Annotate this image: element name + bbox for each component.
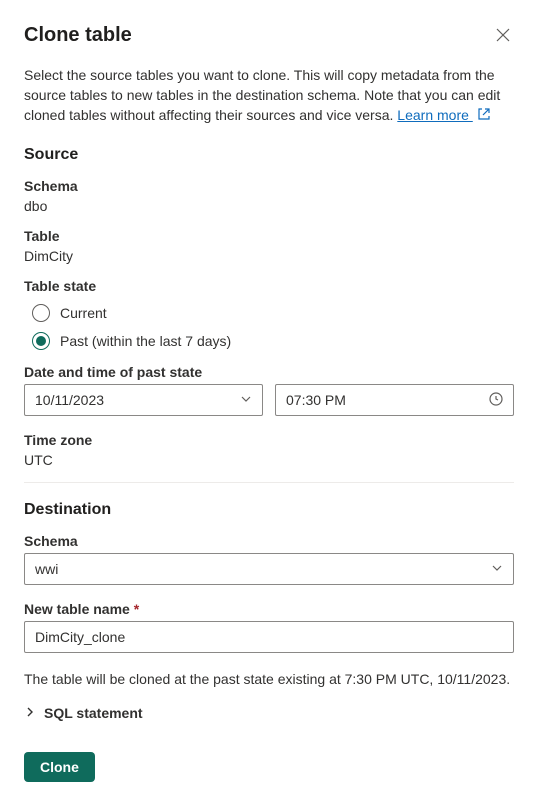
source-table-label: Table: [24, 228, 514, 244]
date-input[interactable]: 10/11/2023: [24, 384, 263, 416]
timezone-value: UTC: [24, 452, 514, 468]
close-icon: [496, 30, 510, 45]
clone-hint-text: The table will be cloned at the past sta…: [24, 669, 514, 689]
clone-button[interactable]: Clone: [24, 752, 95, 782]
new-table-name-input[interactable]: [24, 621, 514, 653]
external-link-icon: [477, 106, 491, 126]
dialog-title: Clone table: [24, 24, 132, 47]
clock-icon: [489, 392, 503, 409]
source-schema-value: dbo: [24, 198, 514, 214]
chevron-down-icon: [491, 561, 503, 577]
required-indicator: *: [134, 601, 139, 617]
source-table-value: DimCity: [24, 248, 514, 264]
sql-statement-expander[interactable]: SQL statement: [24, 705, 514, 721]
new-table-name-label: New table name *: [24, 601, 514, 617]
section-divider: [24, 482, 514, 483]
table-state-label: Table state: [24, 278, 514, 294]
destination-schema-label: Schema: [24, 533, 514, 549]
sql-statement-label: SQL statement: [44, 705, 143, 721]
destination-schema-value: wwi: [35, 561, 58, 577]
close-button[interactable]: [492, 24, 514, 49]
time-input[interactable]: 07:30 PM: [275, 384, 514, 416]
table-state-radio-group: Current Past (within the last 7 days): [24, 304, 514, 350]
chevron-down-icon: [240, 392, 252, 408]
radio-icon: [32, 332, 50, 350]
chevron-right-icon: [24, 705, 36, 721]
radio-past[interactable]: Past (within the last 7 days): [32, 332, 514, 350]
radio-past-label: Past (within the last 7 days): [60, 333, 231, 349]
source-heading: Source: [24, 146, 514, 164]
radio-current-label: Current: [60, 305, 107, 321]
dialog-description: Select the source tables you want to clo…: [24, 65, 514, 126]
learn-more-link[interactable]: Learn more: [397, 107, 472, 123]
time-value: 07:30 PM: [286, 392, 346, 408]
datetime-label: Date and time of past state: [24, 364, 514, 380]
source-schema-label: Schema: [24, 178, 514, 194]
radio-icon: [32, 304, 50, 322]
date-value: 10/11/2023: [35, 392, 104, 408]
timezone-label: Time zone: [24, 432, 514, 448]
destination-schema-dropdown[interactable]: wwi: [24, 553, 514, 585]
destination-heading: Destination: [24, 501, 514, 519]
radio-current[interactable]: Current: [32, 304, 514, 322]
